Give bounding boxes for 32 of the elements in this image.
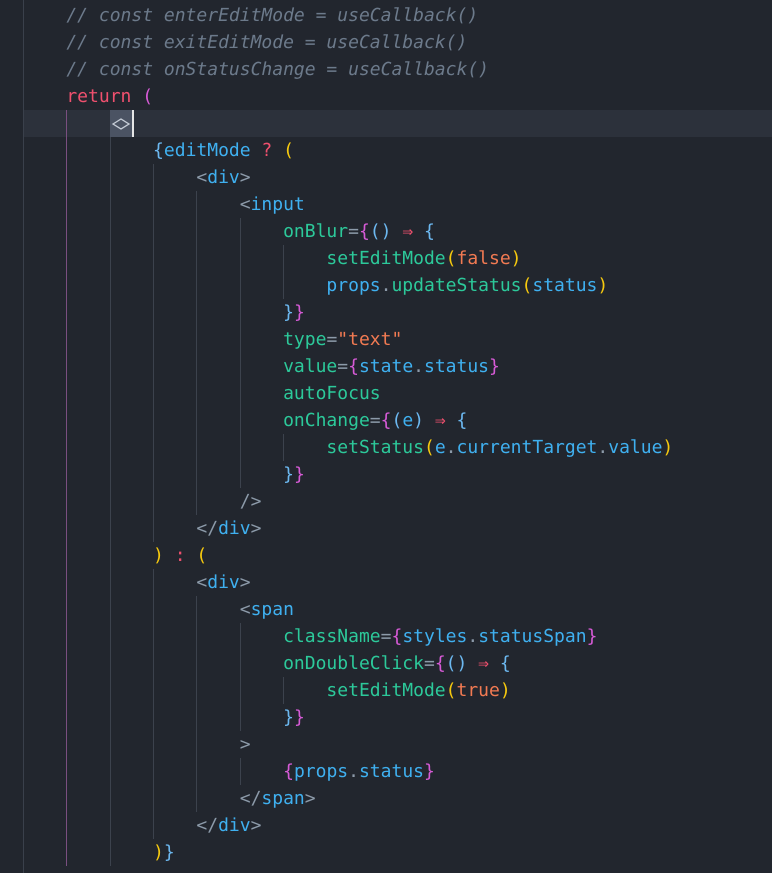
code-line: </div> [0,812,772,839]
code-line: <input [0,191,772,218]
code-line: className={styles.statusSpan} [0,623,772,650]
code-line: <div> [0,164,772,191]
code-line: return ( [65,85,154,109]
code-line: <div> [0,569,772,596]
code-line: </div> [0,515,772,542]
code-line: ) : ( [0,542,772,569]
code-line: /> [0,488,772,515]
code-line: // const exitEditMode = useCallback() [65,31,468,55]
code-line: }} [0,461,772,488]
code-line: onDoubleClick={() ⇒ { [0,650,772,677]
text-cursor [132,110,134,137]
code-line: // const onStatusChange = useCallback() [65,58,490,82]
code-line: )} [0,839,772,866]
code-line: setEditMode(true) [0,677,772,704]
code-line: }} [0,299,772,326]
code-line: value={state.status} [0,353,772,380]
code-line: setEditMode(false) [0,245,772,272]
code-line: }} [0,704,772,731]
code-line: {props.status} [0,758,772,785]
code-line: props.updateStatus(status) [0,272,772,299]
code-line: // const enterEditMode = useCallback() [65,4,480,28]
code-line: onChange={(e) ⇒ { [0,407,772,434]
code-line: type="text" [0,326,772,353]
code-line: > [0,731,772,758]
code-line: </span> [0,785,772,812]
code-line: <span [0,596,772,623]
code-line: onBlur={() ⇒ { [0,218,772,245]
code-line: autoFocus [0,380,772,407]
code-line: {editMode ? ( [0,137,772,164]
code-line: setStatus(e.currentTarget.value) [0,434,772,461]
